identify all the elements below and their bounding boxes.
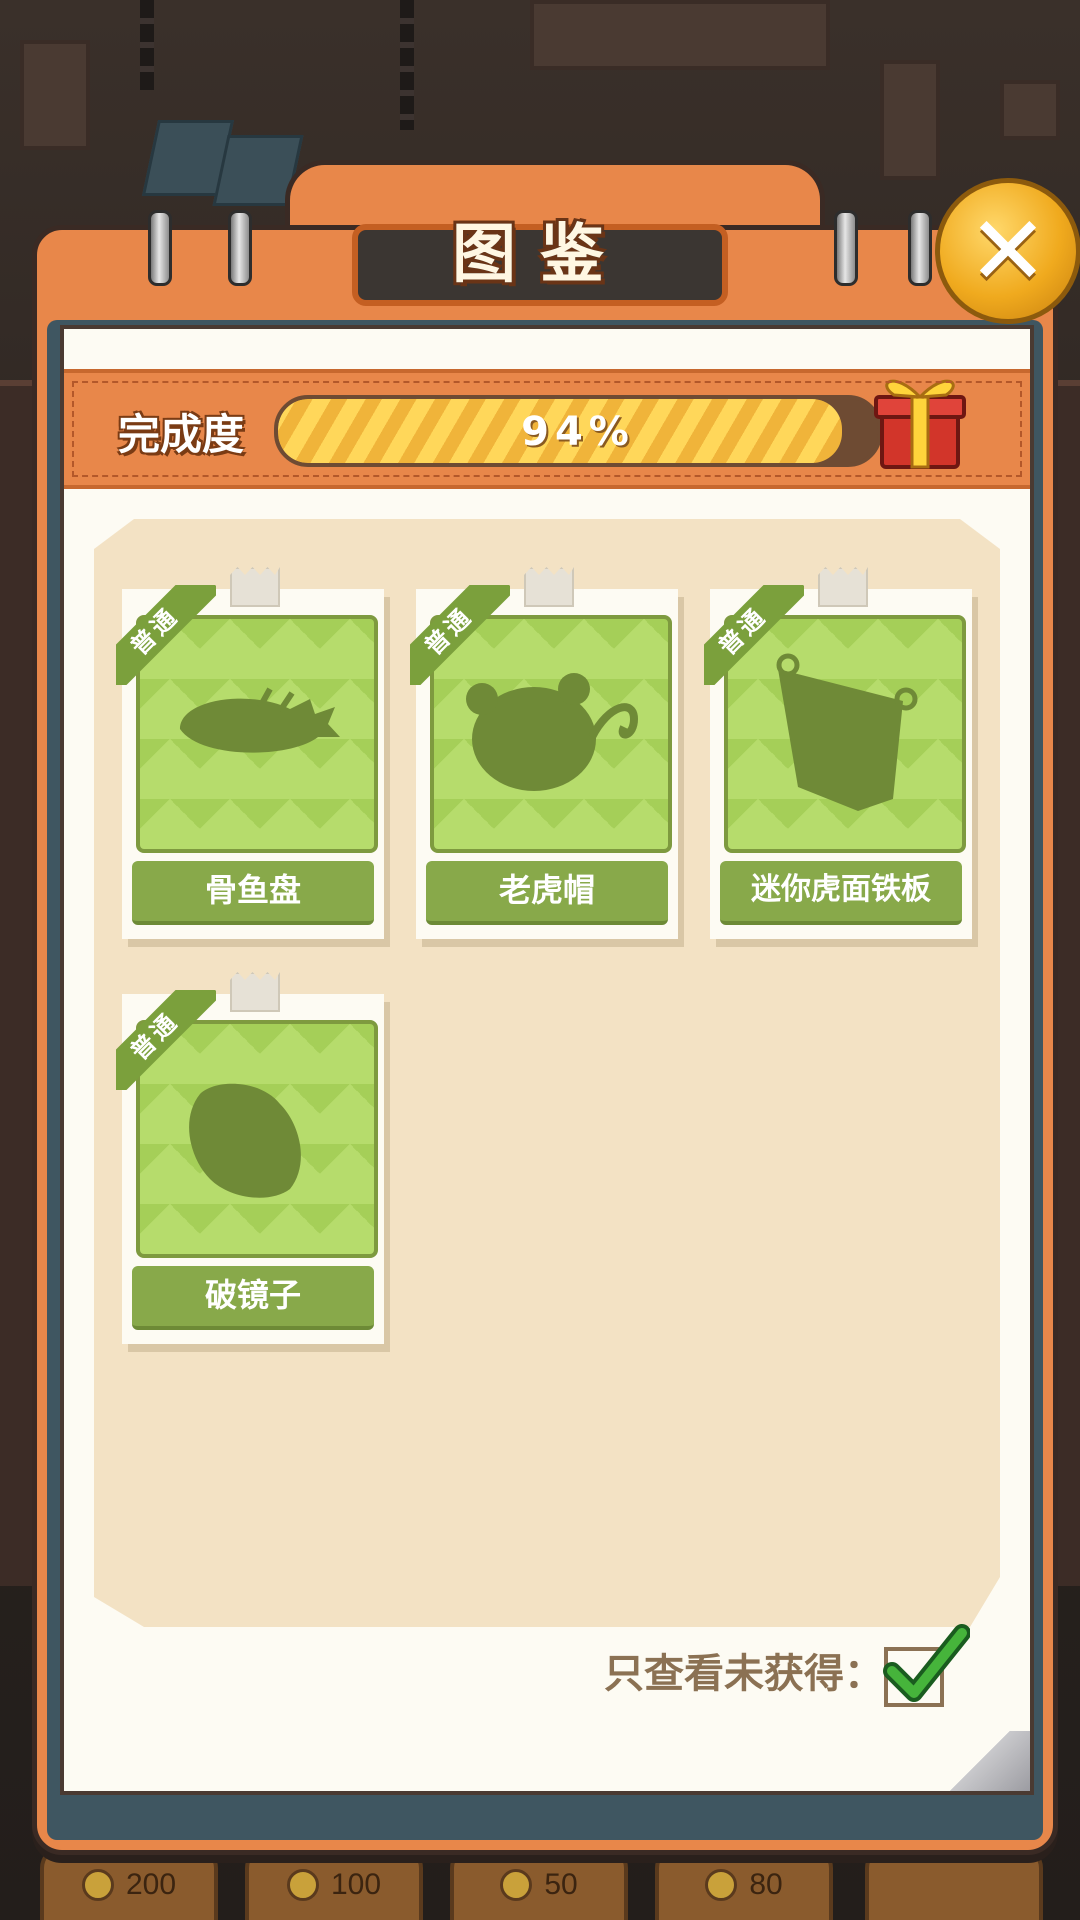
binder-ring [834,210,858,286]
coin-icon [81,1869,114,1901]
unobtained-only-checkbox[interactable] [883,1624,970,1707]
chain [400,0,414,130]
item-name: 迷你虎面铁板 [720,861,962,925]
collection-card[interactable]: 普通 骨鱼盘 [116,567,384,939]
item-name: 老虎帽 [426,861,668,925]
price-text: 50 [544,1868,578,1901]
paper-clip [230,972,280,1012]
binder-ring [908,210,932,286]
binder-ring [148,210,172,286]
rarity-label: 普通 [116,585,216,685]
item-name: 骨鱼盘 [132,861,374,925]
price-text: 200 [125,1868,177,1901]
rarity-ribbon: 普通 [116,990,216,1090]
price-text: 80 [749,1868,783,1901]
rarity-ribbon: 普通 [410,585,510,685]
pillar [880,60,940,180]
ceiling-beam [530,0,830,70]
paper-clip [524,567,574,607]
collection-card[interactable]: 普通 破镜子 [116,972,384,1344]
binder-ring [228,210,252,286]
rarity-label: 普通 [704,585,804,685]
coin-icon [705,1869,738,1901]
collection-card[interactable]: 普通 老虎帽 [410,567,678,939]
coin-icon [500,1869,533,1901]
collection-page: 完成度 94% 普通 骨鱼盘 普通 老虎帽 普通 迷你虎面铁板 普通 破镜子 只… [60,325,1034,1795]
gift-box-icon[interactable] [864,365,974,475]
close-icon: ✕ [967,195,1049,307]
rarity-ribbon: 普通 [704,585,804,685]
page-title: 图鉴 [452,218,628,292]
collection-card[interactable]: 普通 迷你虎面铁板 [704,567,972,939]
completion-label: 完成度 [118,410,245,459]
completion-value: 94% [521,409,635,455]
wall-lamp [20,40,90,150]
rarity-label: 普通 [116,990,216,1090]
price-tab: 50 [450,1846,628,1920]
chain [140,0,154,90]
paper-clip [230,567,280,607]
filter-label: 只查看未获得： [604,1651,884,1697]
price-tab: 80 [655,1846,833,1920]
completion-track: 94% [274,395,882,467]
page-curl [930,1731,1030,1791]
checkmark-icon [883,1624,970,1702]
item-name: 破镜子 [132,1266,374,1330]
price-tab: 200 [40,1846,218,1920]
paper-clip [818,567,868,607]
close-button[interactable]: ✕ [935,178,1080,324]
coin-icon [286,1869,319,1901]
wall-sign [1000,80,1060,140]
price-tab: 100 [245,1846,423,1920]
title-plate: 图鉴 [352,218,728,306]
price-text: 100 [330,1868,382,1901]
rarity-label: 普通 [410,585,510,685]
completion-bar: 完成度 94% [64,369,1030,489]
rarity-ribbon: 普通 [116,585,216,685]
price-tab-empty [865,1846,1043,1920]
